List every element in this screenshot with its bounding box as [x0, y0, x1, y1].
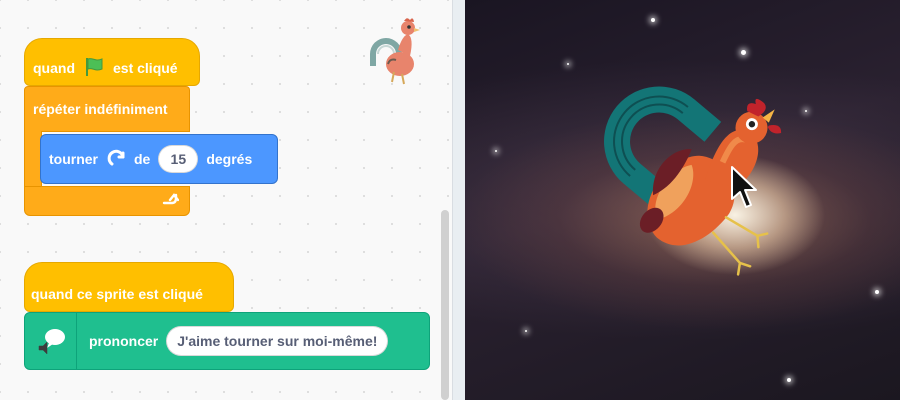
- say-block[interactable]: prononcer J'aime tourner sur moi-même!: [24, 312, 430, 370]
- turn-unit-label: degrés: [206, 151, 253, 167]
- when-flag-clicked-block[interactable]: quand est cliqué: [24, 38, 200, 86]
- looks-extension-icon: [25, 313, 77, 369]
- when-flag-suffix: est cliqué: [113, 60, 178, 76]
- turn-label: tourner: [49, 151, 98, 167]
- when-sprite-clicked-block[interactable]: quand ce sprite est cliqué: [24, 262, 234, 312]
- forever-block[interactable]: répéter indéfiniment: [24, 86, 190, 132]
- rooster-sprite[interactable]: [465, 0, 900, 400]
- stage[interactable]: [465, 0, 900, 400]
- rotate-right-icon: [106, 147, 128, 172]
- code-area[interactable]: quand est cliqué répéter indéfiniment to…: [0, 0, 452, 400]
- say-label: prononcer: [89, 333, 159, 349]
- mouse-cursor-icon: [731, 166, 757, 208]
- turn-degrees-input[interactable]: 15: [158, 145, 199, 173]
- forever-block-bottom[interactable]: [24, 186, 190, 216]
- when-flag-prefix: quand: [33, 60, 75, 76]
- rooster-icon: [362, 14, 428, 86]
- say-text-input[interactable]: J'aime tourner sur moi-même!: [166, 326, 389, 356]
- loop-arrow-icon: [161, 191, 180, 212]
- code-scrollbar-thumb[interactable]: [441, 210, 449, 400]
- when-sprite-clicked-label: quand ce sprite est cliqué: [31, 286, 203, 302]
- panel-divider: [452, 0, 465, 400]
- forever-label: répéter indéfiniment: [33, 101, 168, 117]
- turn-de-label: de: [134, 151, 151, 167]
- green-flag-icon: [83, 56, 105, 81]
- turn-right-block[interactable]: tourner de 15 degrés: [40, 134, 278, 184]
